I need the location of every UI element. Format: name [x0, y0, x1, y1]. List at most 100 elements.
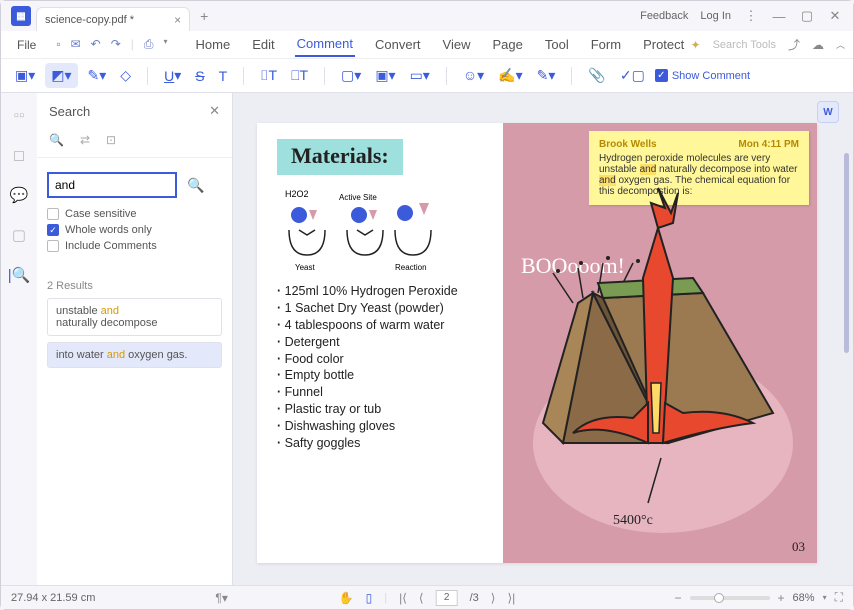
- show-comment-toggle[interactable]: ✓ Show Comment: [655, 69, 750, 82]
- note-author: Brook Wells: [599, 139, 657, 150]
- tab-convert[interactable]: Convert: [373, 33, 423, 56]
- show-comment-label: Show Comment: [672, 70, 750, 82]
- tab-form[interactable]: Form: [589, 33, 623, 56]
- hand-tool-icon[interactable]: ✋: [339, 591, 354, 605]
- first-page-icon[interactable]: |⟨: [399, 591, 407, 605]
- boom-text: BOOooom!: [521, 253, 625, 279]
- note-time: Mon 4:11 PM: [738, 139, 799, 150]
- close-tab-icon[interactable]: ×: [174, 13, 181, 27]
- svg-text:Reaction: Reaction: [395, 263, 427, 272]
- underline-tool[interactable]: U▾: [160, 65, 185, 86]
- chevron-up-icon[interactable]: ︿: [836, 38, 845, 51]
- kebab-icon[interactable]: ⋮: [743, 8, 759, 24]
- replace-mode-icon[interactable]: ⇄: [80, 133, 90, 147]
- run-search-icon[interactable]: 🔍: [187, 177, 204, 194]
- page-dimensions: 27.94 x 21.59 cm: [11, 592, 95, 604]
- select-tool-icon[interactable]: ▯: [366, 591, 373, 605]
- thumbnails-icon[interactable]: ▫▫: [14, 107, 25, 124]
- stamp-tool[interactable]: ▣▾: [371, 65, 399, 86]
- share-icon[interactable]: ⤴: [788, 36, 800, 53]
- close-window-icon[interactable]: ✕: [827, 8, 843, 24]
- results-count: 2 Results: [47, 280, 222, 292]
- page-total: /3: [470, 592, 479, 604]
- tab-comment[interactable]: Comment: [295, 32, 355, 57]
- callout-tool[interactable]: ⎕T: [287, 65, 312, 86]
- materials-list: 125ml 10% Hydrogen Peroxide 1 Sachet Dry…: [277, 283, 491, 452]
- page-number: 03: [792, 539, 805, 555]
- checkbox-on-icon: ✓: [47, 224, 59, 236]
- search-result[interactable]: into water and oxygen gas.: [47, 342, 222, 368]
- prev-page-icon[interactable]: ⟨: [419, 591, 424, 605]
- textbox-tool[interactable]: ⌷T: [256, 65, 281, 86]
- comment-panel-icon[interactable]: 💬: [10, 186, 29, 204]
- undo-icon[interactable]: ↶: [91, 37, 101, 52]
- bookmark-icon[interactable]: ◻: [13, 146, 25, 164]
- mail-icon[interactable]: ✉: [71, 37, 81, 52]
- search-panel-icon[interactable]: |🔍: [8, 266, 31, 284]
- new-tab-button[interactable]: +: [200, 8, 208, 24]
- fullscreen-icon[interactable]: ⛶: [835, 590, 843, 605]
- svg-text:H2O2: H2O2: [285, 189, 309, 199]
- note-tool[interactable]: ▣▾: [11, 65, 39, 86]
- zoom-in-icon[interactable]: +: [778, 591, 785, 605]
- search-input[interactable]: [47, 172, 177, 198]
- search-result[interactable]: unstable and naturally decompose: [47, 298, 222, 336]
- zoom-slider[interactable]: [690, 596, 770, 600]
- search-panel-title: Search: [49, 104, 90, 119]
- format-icon[interactable]: ¶▾: [215, 591, 227, 605]
- file-menu[interactable]: File: [9, 36, 44, 54]
- tab-view[interactable]: View: [441, 33, 473, 56]
- checkbox-off-icon: [47, 240, 59, 252]
- svg-text:Yeast: Yeast: [295, 263, 316, 272]
- attach-tool[interactable]: 📎: [584, 65, 609, 86]
- zoom-dropdown-icon[interactable]: ▾: [823, 593, 827, 602]
- print-icon[interactable]: ⎙: [144, 37, 154, 52]
- svg-text:Active Site: Active Site: [339, 193, 377, 202]
- maximize-icon[interactable]: ▢: [799, 8, 815, 24]
- file-tab[interactable]: science-copy.pdf * ×: [36, 7, 190, 31]
- close-panel-icon[interactable]: ✕: [209, 103, 220, 119]
- print-dropdown-icon[interactable]: ▾: [164, 37, 168, 52]
- advanced-mode-icon[interactable]: ⊡: [106, 133, 116, 147]
- highlight-tool[interactable]: ◩▾: [45, 63, 77, 88]
- word-convert-badge[interactable]: W: [817, 101, 839, 123]
- tab-tool[interactable]: Tool: [543, 33, 571, 56]
- login-link[interactable]: Log In: [700, 10, 731, 22]
- search-mode-icon[interactable]: 🔍: [49, 133, 64, 147]
- tab-protect[interactable]: Protect: [641, 33, 686, 56]
- page-num-input[interactable]: 2: [436, 590, 458, 606]
- comment-note[interactable]: Brook Wells Mon 4:11 PM Hydrogen peroxid…: [589, 131, 809, 205]
- tab-edit[interactable]: Edit: [250, 33, 276, 56]
- sign-tool[interactable]: ✍▾: [494, 65, 526, 86]
- search-tools-input[interactable]: Search Tools: [713, 39, 776, 51]
- eraser-tool[interactable]: ◇: [116, 65, 135, 86]
- cloud-icon[interactable]: ☁: [812, 38, 824, 52]
- wand-icon[interactable]: ✦: [691, 38, 701, 52]
- tab-home[interactable]: Home: [194, 33, 233, 56]
- whole-words-option[interactable]: ✓ Whole words only: [47, 224, 222, 236]
- stamp2-tool[interactable]: ✓▢: [616, 65, 649, 86]
- redo-icon[interactable]: ↷: [111, 37, 121, 52]
- attachment-panel-icon[interactable]: ▢: [12, 226, 26, 244]
- pencil-tool[interactable]: ✎▾: [84, 65, 111, 86]
- user-stamp-tool[interactable]: ☺▾: [459, 65, 488, 86]
- checkbox-on-icon: ✓: [655, 69, 668, 82]
- text-tool[interactable]: T: [215, 66, 232, 86]
- reaction-diagram: H2O2 Yeast Active Site Reaction: [277, 185, 491, 275]
- strike-tool[interactable]: S: [191, 66, 208, 86]
- shape-tool[interactable]: ▢▾: [337, 65, 365, 86]
- save-icon[interactable]: ▫: [56, 37, 60, 52]
- last-page-icon[interactable]: ⟩|: [507, 591, 515, 605]
- case-sensitive-option[interactable]: Case sensitive: [47, 208, 222, 220]
- zoom-out-icon[interactable]: −: [675, 591, 682, 605]
- checkbox-off-icon: [47, 208, 59, 220]
- tab-page[interactable]: Page: [490, 33, 524, 56]
- measure-tool[interactable]: ▭▾: [406, 65, 434, 86]
- feedback-link[interactable]: Feedback: [640, 10, 688, 22]
- scrollbar-icon[interactable]: [844, 153, 849, 353]
- sign2-tool[interactable]: ✎▾: [533, 65, 560, 86]
- include-comments-option[interactable]: Include Comments: [47, 240, 222, 252]
- next-page-icon[interactable]: ⟩: [491, 591, 496, 605]
- minimize-icon[interactable]: —: [771, 9, 787, 24]
- file-tab-label: science-copy.pdf *: [45, 14, 134, 26]
